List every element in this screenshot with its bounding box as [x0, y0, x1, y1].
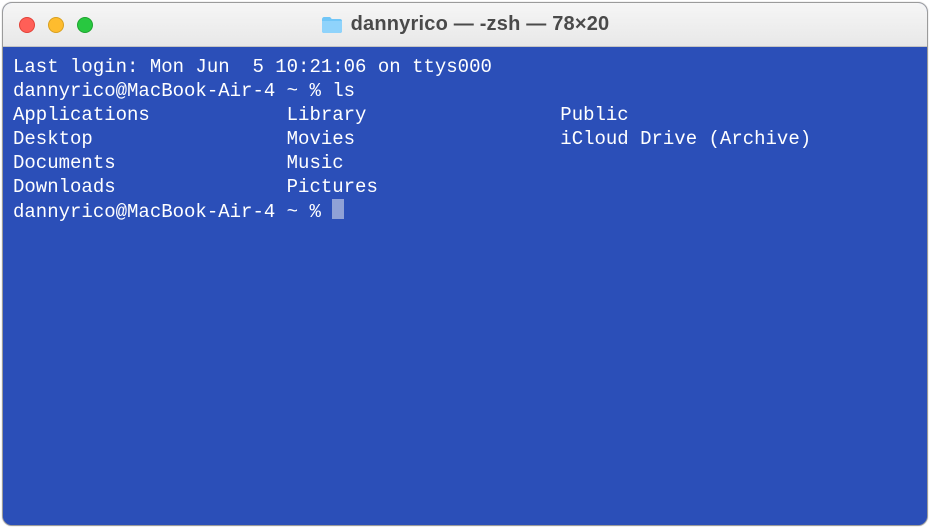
terminal-viewport[interactable]: Last login: Mon Jun 5 10:21:06 on ttys00… [3, 47, 927, 525]
folder-icon [321, 16, 343, 34]
titlebar[interactable]: dannyrico — -zsh — 78×20 [3, 3, 927, 47]
traffic-lights [19, 17, 93, 33]
terminal-line: Applications Library Public [13, 103, 917, 127]
title-area: dannyrico — -zsh — 78×20 [3, 13, 927, 36]
minimize-button[interactable] [48, 17, 64, 33]
terminal-line: dannyrico@MacBook-Air-4 ~ % ls [13, 79, 917, 103]
close-button[interactable] [19, 17, 35, 33]
terminal-prompt[interactable]: dannyrico@MacBook-Air-4 ~ % [13, 199, 917, 224]
window-title: dannyrico — -zsh — 78×20 [351, 13, 610, 36]
terminal-line: Documents Music [13, 151, 917, 175]
terminal-line: Desktop Movies iCloud Drive (Archive) [13, 127, 917, 151]
zoom-button[interactable] [77, 17, 93, 33]
terminal-content: Last login: Mon Jun 5 10:21:06 on ttys00… [13, 55, 917, 224]
terminal-window: dannyrico — -zsh — 78×20 Last login: Mon… [2, 2, 928, 526]
terminal-line: Last login: Mon Jun 5 10:21:06 on ttys00… [13, 55, 917, 79]
terminal-line: Downloads Pictures [13, 175, 917, 199]
cursor [332, 199, 344, 219]
